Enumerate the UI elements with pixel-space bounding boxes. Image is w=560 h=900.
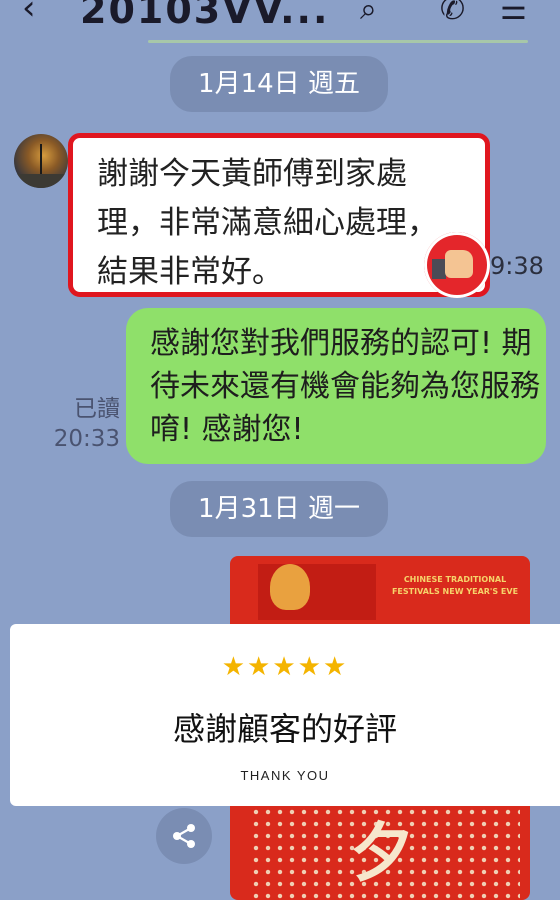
read-label: 已讀 (74, 396, 120, 422)
date-separator: 1月14日 週五 (170, 56, 388, 112)
message-time: 20:33 (53, 426, 120, 452)
chat-header: ‹ 20103VV... ⌕ ✆ ☰ (0, 0, 560, 40)
date-separator: 1月31日 週一 (170, 481, 388, 537)
read-receipt: 已讀 20:33 (40, 394, 120, 454)
share-button[interactable] (156, 808, 212, 864)
message-time: 9:38 (490, 252, 544, 280)
search-icon[interactable]: ⌕ (360, 0, 377, 27)
overlay-subheading: THANK YOU (240, 768, 330, 783)
outgoing-message-text: 感謝您對我們服務的認可! 期待未來還有機會能夠為您服務唷! 感謝您! (150, 326, 540, 447)
back-icon[interactable]: ‹ (22, 0, 36, 28)
outgoing-message-bubble[interactable]: 感謝您對我們服務的認可! 期待未來還有機會能夠為您服務唷! 感謝您! (126, 308, 546, 464)
rating-stars: ★★★★★ (221, 652, 349, 682)
thumbs-up-icon (424, 232, 490, 298)
incoming-message-text: 謝謝今天黃師傅到家處理，非常滿意細心處理，結果非常好。 (97, 156, 438, 290)
overlay-heading: 感謝顧客的好評 (172, 710, 397, 748)
phone-icon[interactable]: ✆ (440, 0, 465, 27)
header-divider (148, 40, 528, 43)
menu-icon[interactable]: ☰ (500, 0, 527, 27)
review-overlay-card: ★★★★★ 感謝顧客的好評 THANK YOU (10, 624, 560, 806)
avatar[interactable] (14, 134, 68, 188)
card-english-text: CHINESE TRADITIONAL FESTIVALS NEW YEAR'S… (391, 575, 519, 596)
share-icon (173, 824, 195, 848)
card-big-character: 夕 (350, 816, 414, 891)
tiger-icon (270, 564, 310, 610)
chat-title: 20103VV... (80, 0, 330, 32)
